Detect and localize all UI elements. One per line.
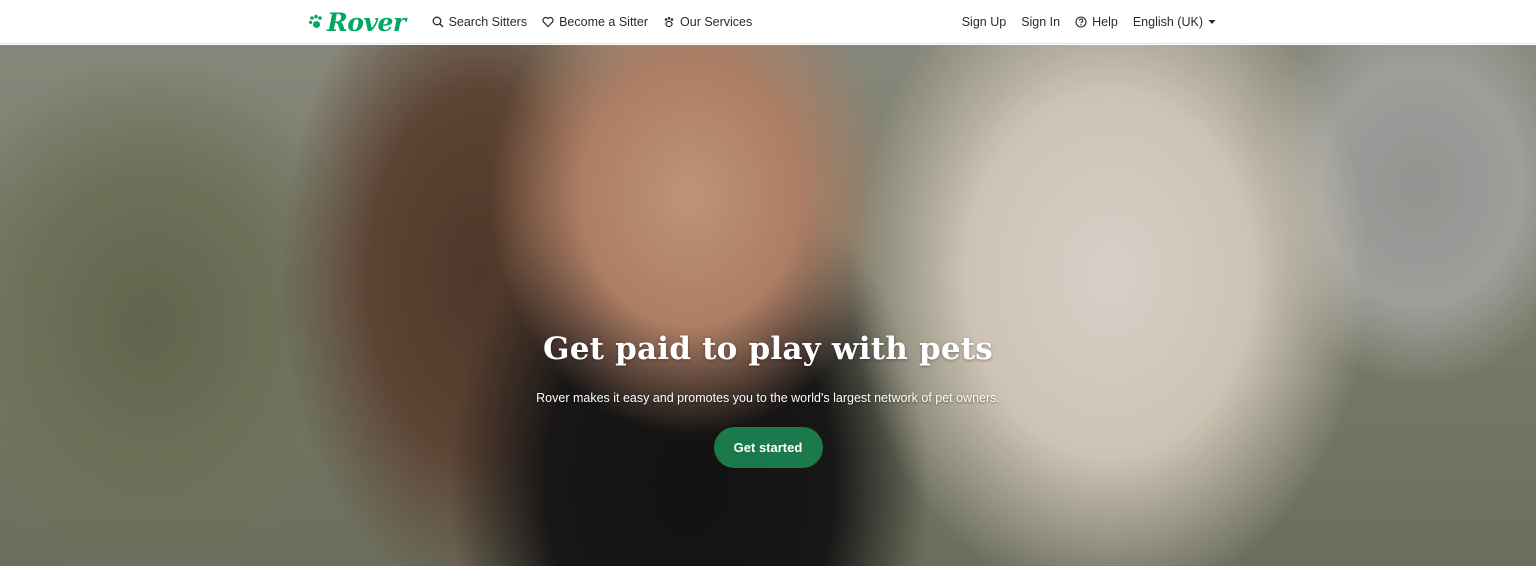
nav-search-sitters[interactable]: Search Sitters (432, 15, 528, 29)
nav-our-services[interactable]: Our Services (663, 15, 752, 29)
hero-title: Get paid to play with pets (543, 331, 993, 367)
hero-background-photo (0, 45, 1536, 566)
rover-logo[interactable]: Rover (308, 10, 406, 35)
nav-search-sitters-label: Search Sitters (448, 15, 528, 29)
nav-our-services-label: Our Services (680, 15, 753, 29)
sign-in-link[interactable]: Sign In (1021, 15, 1060, 29)
help-circle-icon (1075, 16, 1087, 28)
get-started-button[interactable]: Get started (713, 427, 823, 468)
sign-up-link[interactable]: Sign Up (962, 15, 1006, 29)
paw-icon (663, 16, 675, 28)
hero-subtitle: Rover makes it easy and promotes you to … (536, 391, 1000, 405)
hero-section: Get paid to play with pets Rover makes i… (0, 45, 1536, 566)
search-icon (432, 16, 444, 28)
top-navigation: Rover Search Sitters Become a Sitter Our… (0, 0, 1536, 44)
language-selector[interactable]: English (UK) (1133, 15, 1216, 29)
heart-icon (542, 16, 554, 28)
logo-wordmark: Rover (327, 7, 406, 37)
help-link-label: Help (1092, 15, 1118, 29)
caret-down-icon (1208, 19, 1216, 25)
nav-left-group: Rover Search Sitters Become a Sitter Our… (308, 0, 767, 44)
paw-logo-icon (308, 14, 324, 30)
language-label: English (UK) (1132, 15, 1203, 29)
hero-content: Get paid to play with pets Rover makes i… (0, 331, 1536, 468)
nav-become-sitter-label: Become a Sitter (559, 15, 649, 29)
nav-become-sitter[interactable]: Become a Sitter (542, 15, 648, 29)
nav-right-group: Sign Up Sign In Help English (UK) (947, 0, 1216, 44)
help-link[interactable]: Help (1075, 15, 1118, 29)
